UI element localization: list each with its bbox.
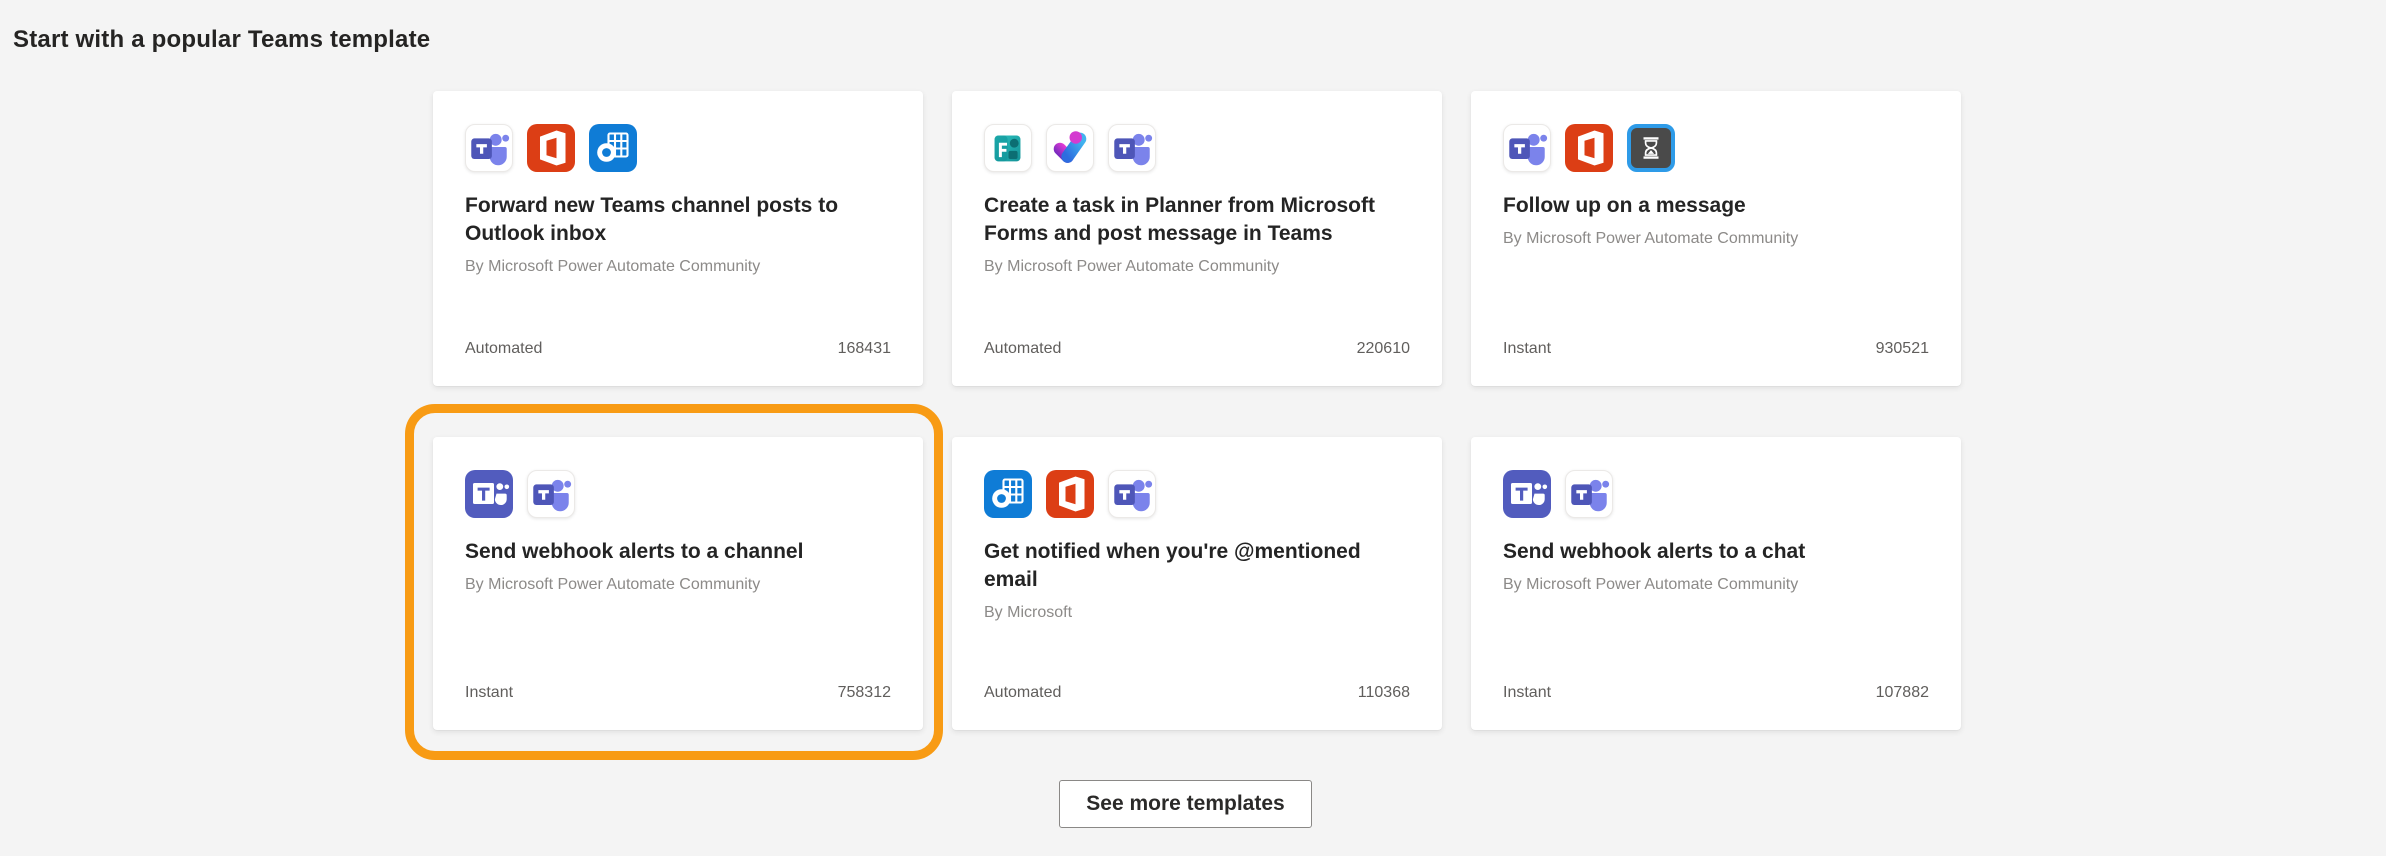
template-icons (984, 470, 1410, 518)
template-author: By Microsoft Power Automate Community (1503, 230, 1929, 248)
template-author: By Microsoft Power Automate Community (465, 258, 891, 276)
template-run-count: 220610 (1357, 340, 1410, 358)
teams-icon (527, 470, 575, 518)
template-icons (984, 124, 1410, 172)
template-title: Forward new Teams channel posts to Outlo… (465, 192, 891, 248)
template-icons (465, 124, 891, 172)
template-type-label: Automated (984, 340, 1061, 358)
template-type-label: Instant (465, 684, 513, 702)
template-card[interactable]: Send webhook alerts to a chat By Microso… (1471, 437, 1961, 730)
template-type-label: Automated (465, 340, 542, 358)
template-meta: Instant 107882 (1503, 684, 1929, 702)
teams-solid-icon (465, 470, 513, 518)
office-icon (1046, 470, 1094, 518)
teams-icon (1503, 124, 1551, 172)
template-title: Get notified when you're @mentioned emai… (984, 538, 1410, 594)
planner-icon (1046, 124, 1094, 172)
template-card-highlighted[interactable]: Send webhook alerts to a channel By Micr… (433, 437, 923, 730)
page-title: Start with a popular Teams template (13, 26, 430, 54)
outlook-icon (984, 470, 1032, 518)
see-more-templates-button[interactable]: See more templates (1059, 780, 1312, 828)
template-type-label: Automated (984, 684, 1061, 702)
template-card[interactable]: Forward new Teams channel posts to Outlo… (433, 91, 923, 386)
template-meta: Automated 110368 (984, 684, 1410, 702)
template-type-label: Instant (1503, 340, 1551, 358)
teams-icon (1565, 470, 1613, 518)
outlook-icon (589, 124, 637, 172)
template-run-count: 110368 (1358, 684, 1410, 702)
teams-icon (1108, 470, 1156, 518)
template-run-count: 107882 (1876, 684, 1929, 702)
forms-icon (984, 124, 1032, 172)
template-card[interactable]: Get notified when you're @mentioned emai… (952, 437, 1442, 730)
template-meta: Instant 930521 (1503, 340, 1929, 358)
teams-solid-icon (1503, 470, 1551, 518)
template-author: By Microsoft Power Automate Community (465, 576, 891, 594)
teams-icon (465, 124, 513, 172)
template-title: Follow up on a message (1503, 192, 1929, 220)
template-author: By Microsoft Power Automate Community (984, 258, 1410, 276)
template-title: Send webhook alerts to a chat (1503, 538, 1929, 566)
template-run-count: 168431 (838, 340, 891, 358)
office-icon (527, 124, 575, 172)
template-type-label: Instant (1503, 684, 1551, 702)
template-icons (1503, 470, 1929, 518)
teams-icon (1108, 124, 1156, 172)
office-icon (1565, 124, 1613, 172)
template-card[interactable]: Follow up on a message By Microsoft Powe… (1471, 91, 1961, 386)
template-author: By Microsoft Power Automate Community (1503, 576, 1929, 594)
template-meta: Instant 758312 (465, 684, 891, 702)
template-run-count: 758312 (838, 684, 891, 702)
template-title: Send webhook alerts to a channel (465, 538, 891, 566)
template-icons (465, 470, 891, 518)
templates-page: Start with a popular Teams template Forw… (0, 0, 2386, 856)
template-icons (1503, 124, 1929, 172)
template-meta: Automated 220610 (984, 340, 1410, 358)
template-grid: Forward new Teams channel posts to Outlo… (433, 91, 1961, 730)
template-run-count: 930521 (1876, 340, 1929, 358)
template-title: Create a task in Planner from Microsoft … (984, 192, 1410, 248)
template-author: By Microsoft (984, 604, 1410, 622)
hourglass-icon (1627, 124, 1675, 172)
template-meta: Automated 168431 (465, 340, 891, 358)
template-card[interactable]: Create a task in Planner from Microsoft … (952, 91, 1442, 386)
